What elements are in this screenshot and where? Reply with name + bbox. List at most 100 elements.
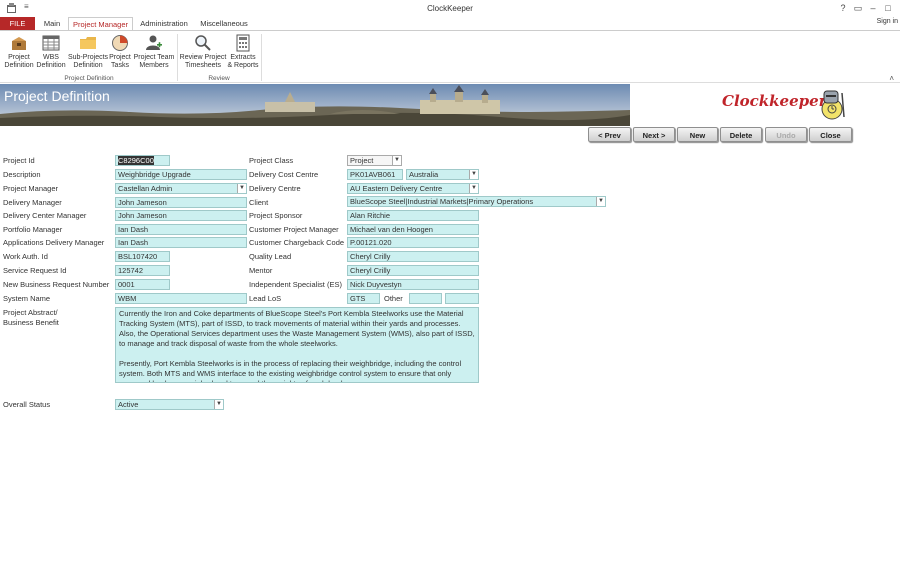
- maximize-button[interactable]: □: [881, 2, 895, 14]
- business-benefit-label: Business Benefit: [3, 318, 59, 327]
- portfolio-manager-field[interactable]: Ian Dash: [115, 224, 247, 235]
- group-separator: [261, 34, 262, 81]
- portfolio-manager-label: Portfolio Manager: [3, 225, 63, 234]
- title-bar: ≡ ClockKeeper ? ▭ – □: [0, 0, 900, 17]
- tab-main[interactable]: Main: [36, 17, 68, 30]
- new-business-request-number-field[interactable]: 0001: [115, 279, 170, 290]
- other-field-1[interactable]: [409, 293, 442, 304]
- delivery-cost-centre-label: Delivery Cost Centre: [249, 170, 319, 179]
- project-sponsor-field[interactable]: Alan Ritchie: [347, 210, 479, 221]
- sign-in-link[interactable]: Sign in: [877, 18, 898, 25]
- chevron-down-icon[interactable]: ▼: [214, 400, 223, 409]
- overall-status-label: Overall Status: [3, 400, 51, 409]
- mentor-field[interactable]: Cheryl Crilly: [347, 265, 479, 276]
- chevron-down-icon[interactable]: ▼: [392, 156, 401, 165]
- next-button[interactable]: Next >: [633, 127, 675, 142]
- project-class-label: Project Class: [249, 156, 294, 165]
- other-field-2[interactable]: [445, 293, 479, 304]
- independent-specialist-field[interactable]: Nick Duyvestyn: [347, 279, 479, 290]
- country-select[interactable]: Australia ▼: [406, 169, 479, 180]
- page-banner: Project Definition Clockkeeper: [0, 84, 900, 126]
- project-sponsor-label: Project Sponsor: [249, 211, 303, 220]
- overall-status-select[interactable]: Active ▼: [115, 399, 224, 410]
- extracts-reports-button[interactable]: Extracts & Reports: [227, 34, 259, 70]
- project-class-select[interactable]: Project ▼: [347, 155, 402, 166]
- undo-button[interactable]: Undo: [765, 127, 807, 142]
- folder-icon: [80, 37, 96, 49]
- tab-file[interactable]: FILE: [0, 17, 35, 30]
- lead-los-field[interactable]: GTS: [347, 293, 380, 304]
- independent-specialist-label: Independent Specialist (ES): [249, 280, 342, 289]
- quality-lead-field[interactable]: Cheryl Crilly: [347, 251, 479, 262]
- customer-project-manager-field[interactable]: Michael van den Hoogen: [347, 224, 479, 235]
- chevron-down-icon[interactable]: ▼: [596, 197, 605, 206]
- customer-chargeback-code-field[interactable]: P.00121.020: [347, 237, 479, 248]
- other-label: Other: [384, 294, 403, 303]
- close-button[interactable]: Close: [809, 127, 852, 142]
- delivery-cost-centre-field[interactable]: PK01AVB061: [347, 169, 403, 180]
- magnifier-icon: [195, 35, 211, 51]
- system-name-field[interactable]: WBM: [115, 293, 247, 304]
- new-button[interactable]: New: [677, 127, 718, 142]
- tab-administration[interactable]: Administration: [134, 17, 194, 30]
- applications-delivery-manager-label: Applications Delivery Manager: [3, 238, 105, 247]
- calculator-icon: [236, 34, 250, 52]
- logo-area: Clockkeeper: [630, 84, 900, 126]
- prev-button[interactable]: < Prev: [588, 127, 631, 142]
- group-label-project-definition: Project Definition: [64, 75, 114, 82]
- client-select[interactable]: BlueScope Steel|Industrial Markets|Prima…: [347, 196, 606, 207]
- ribbon-display-button[interactable]: ▭: [851, 2, 865, 14]
- grid-icon: [42, 35, 60, 51]
- delivery-centre-label: Delivery Centre: [249, 184, 301, 193]
- delivery-manager-label: Delivery Manager: [3, 198, 62, 207]
- tab-project-manager[interactable]: Project Manager: [68, 17, 133, 31]
- new-business-request-number-label: New Business Request Number: [3, 280, 110, 289]
- project-tasks-button[interactable]: Project Tasks: [108, 34, 132, 70]
- applications-delivery-manager-field[interactable]: Ian Dash: [115, 237, 247, 248]
- system-name-label: System Name: [3, 294, 51, 303]
- service-request-id-field[interactable]: 125742: [115, 265, 170, 276]
- pie-icon: [112, 35, 128, 51]
- delete-button[interactable]: Delete: [720, 127, 762, 142]
- knight-mascot-icon: [821, 90, 845, 120]
- customer-project-manager-label: Customer Project Manager: [249, 225, 339, 234]
- work-auth-id-field[interactable]: BSL107420: [115, 251, 170, 262]
- project-manager-label: Project Manager: [3, 184, 59, 193]
- review-project-timesheets-button[interactable]: Review Project Timesheets: [179, 34, 227, 70]
- user-add-icon: [146, 35, 162, 50]
- chevron-down-icon[interactable]: ▼: [469, 184, 478, 193]
- chevron-down-icon[interactable]: ▼: [469, 170, 478, 179]
- work-auth-id-label: Work Auth. Id: [3, 252, 48, 261]
- mentor-label: Mentor: [249, 266, 273, 275]
- description-field[interactable]: Weighbridge Upgrade: [115, 169, 247, 180]
- group-label-review: Review: [208, 75, 230, 82]
- delivery-center-manager-label: Delivery Center Manager: [3, 211, 87, 220]
- project-team-members-button[interactable]: Project Team Members: [133, 34, 175, 70]
- project-id-field[interactable]: C8296C00: [115, 155, 170, 166]
- project-manager-select[interactable]: Castellan Admin ▼: [115, 183, 247, 194]
- project-definition-button[interactable]: Project Definition: [3, 34, 35, 70]
- group-separator: [177, 34, 178, 81]
- ribbon: Project Definition WBS Definition Sub-Proj…: [0, 30, 900, 83]
- help-button[interactable]: ?: [836, 2, 850, 14]
- page-title: Project Definition: [4, 88, 110, 104]
- sub-projects-definition-button[interactable]: Sub-Projects Definition: [67, 34, 109, 70]
- delivery-manager-field[interactable]: John Jameson: [115, 197, 247, 208]
- client-label: Client: [249, 198, 269, 207]
- collapse-ribbon-icon[interactable]: ˄: [889, 74, 894, 83]
- delivery-centre-select[interactable]: AU Eastern Delivery Centre ▼: [347, 183, 479, 194]
- minimize-button[interactable]: –: [866, 2, 880, 14]
- ribbon-tabs: FILE Main Project Manager Administration…: [0, 17, 900, 31]
- wbs-definition-button[interactable]: WBS Definition: [36, 34, 66, 70]
- tab-miscellaneous[interactable]: Miscellaneous: [196, 17, 252, 30]
- customer-chargeback-code-label: Customer Chargeback Code: [249, 238, 345, 247]
- description-label: Description: [3, 170, 41, 179]
- delivery-center-manager-field[interactable]: John Jameson: [115, 210, 247, 221]
- project-box-icon: [12, 37, 26, 50]
- chevron-down-icon[interactable]: ▼: [237, 184, 246, 193]
- clockkeeper-logo: Clockkeeper: [722, 92, 827, 110]
- project-abstract-textarea[interactable]: Currently the Iron and Coke departments …: [115, 307, 479, 383]
- lead-los-label: Lead LoS: [249, 294, 282, 303]
- project-id-label: Project Id: [3, 156, 35, 165]
- abstract-paragraph: Currently the Iron and Coke departments …: [119, 309, 475, 348]
